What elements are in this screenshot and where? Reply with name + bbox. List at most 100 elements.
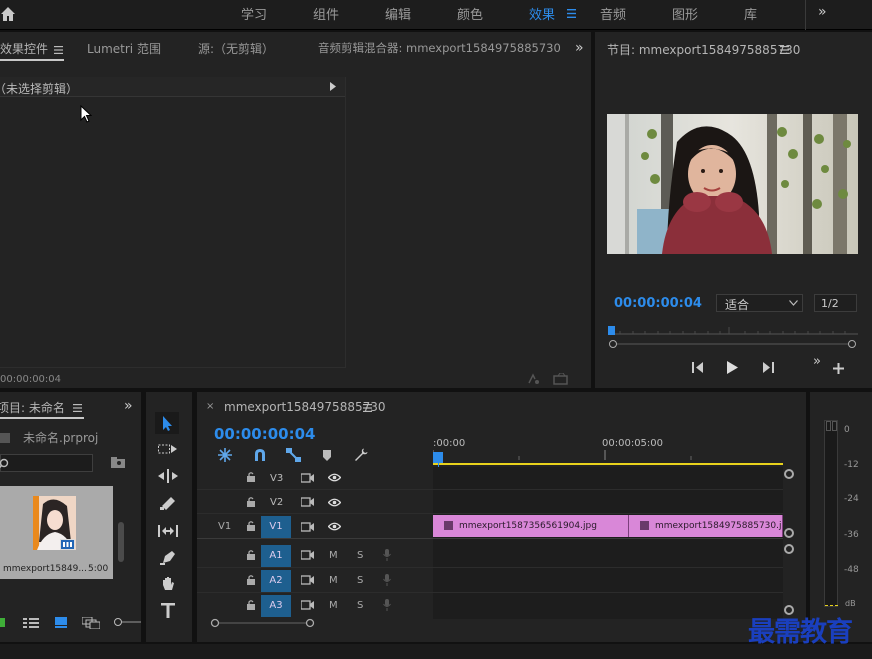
tab-audio-clip-mixer[interactable]: 音频剪辑混合器: mmexport1584975885730 [318, 40, 561, 56]
more-controls-icon[interactable]: » [813, 354, 821, 369]
workspace-menu-icon[interactable] [567, 9, 576, 18]
step-back-icon[interactable] [692, 362, 704, 373]
lock-icon[interactable] [247, 550, 255, 560]
sync-lock-icon[interactable] [301, 473, 314, 483]
sequence-tab[interactable]: mmexport1584975885730 [224, 400, 386, 414]
sync-lock-icon[interactable] [301, 575, 314, 585]
workspace-tab-assembly[interactable]: 组件 [313, 4, 339, 23]
program-timecode[interactable]: 00:00:00:04 [614, 296, 702, 311]
selection-tool-icon[interactable] [155, 412, 179, 434]
sync-lock-icon[interactable] [301, 522, 314, 532]
video-scroll-handle-bottom[interactable] [784, 528, 794, 538]
monitor-playhead[interactable] [608, 326, 615, 335]
effect-timecode[interactable]: 00:00:00:04 [0, 374, 61, 385]
tab-source[interactable]: 源:（无剪辑） [198, 40, 274, 57]
track-label-a3[interactable]: A3 [261, 595, 291, 617]
program-monitor-title[interactable]: 节目: mmexport1584975885730 [607, 41, 800, 58]
eye-icon[interactable] [328, 473, 341, 482]
workspace-tab-learn[interactable]: 学习 [241, 4, 267, 23]
workspace-tab-graphics[interactable]: 图形 [672, 4, 698, 23]
tab-lumetri-scopes[interactable]: Lumetri 范围 [87, 40, 161, 57]
project-item-tile[interactable]: mmexport15849... 5:00 [0, 486, 113, 579]
workspace-tab-editing[interactable]: 编辑 [385, 4, 411, 23]
add-marker-icon[interactable] [323, 450, 331, 461]
home-icon[interactable] [0, 6, 16, 22]
sync-lock-icon[interactable] [301, 600, 314, 610]
timeline-clip[interactable]: mmexport1587356561904.jpg [433, 515, 629, 537]
step-forward-icon[interactable] [762, 362, 774, 373]
export-frame-icon[interactable] [553, 373, 568, 385]
program-video-frame[interactable] [607, 114, 858, 254]
audio-scroll-handle-top[interactable] [784, 544, 794, 554]
project-scrollbar[interactable] [116, 492, 125, 580]
track-label-v2[interactable]: V2 [270, 497, 283, 508]
track-label-a2[interactable]: A2 [261, 570, 291, 592]
razor-tool-icon[interactable] [160, 496, 176, 510]
wrench-settings-icon[interactable] [354, 448, 368, 462]
panel-menu-icon[interactable] [54, 46, 63, 54]
timeline-timecode[interactable]: 00:00:00:04 [214, 425, 316, 443]
tab-effect-controls[interactable]: 效果控件 [0, 40, 48, 57]
track-label-v3[interactable]: V3 [270, 473, 283, 484]
sync-lock-icon[interactable] [301, 550, 314, 560]
pen-tool-icon[interactable] [160, 550, 176, 566]
eye-icon[interactable] [328, 522, 341, 531]
workspace-tab-color[interactable]: 颜色 [457, 4, 483, 23]
timeline-playhead[interactable] [433, 452, 443, 463]
lock-icon[interactable] [247, 575, 255, 585]
nest-toggle-icon[interactable] [218, 448, 232, 462]
close-sequence-icon[interactable]: × [206, 401, 214, 412]
panel-menu-icon[interactable] [73, 404, 82, 412]
workspace-tab-libraries[interactable]: 库 [744, 4, 757, 23]
new-search-bin-icon[interactable] [111, 457, 125, 468]
microphone-icon[interactable] [383, 574, 391, 586]
track-select-tool-icon[interactable] [158, 442, 178, 456]
workspace-tab-effects[interactable]: 效果 [529, 4, 555, 23]
slip-tool-icon[interactable] [158, 524, 178, 538]
more-tabs-icon[interactable]: » [124, 398, 133, 414]
lock-write-icon[interactable] [0, 618, 5, 627]
microphone-icon[interactable] [383, 599, 391, 611]
microphone-icon[interactable] [383, 549, 391, 561]
freeform-view-icon[interactable] [82, 617, 100, 629]
lock-icon[interactable] [247, 472, 255, 482]
solo-button-a2[interactable]: S [357, 575, 363, 586]
icon-view-icon[interactable] [55, 617, 67, 628]
workspace-tab-audio[interactable]: 音频 [600, 4, 626, 23]
button-editor-plus-icon[interactable] [833, 363, 844, 374]
project-search-input[interactable] [0, 454, 93, 472]
project-panel-title[interactable]: 项目: 未命名 [0, 399, 65, 416]
hand-tool-icon[interactable] [160, 576, 176, 592]
solo-button-a3[interactable]: S [357, 600, 363, 611]
solo-button-a1[interactable]: S [357, 550, 363, 561]
mute-button-a3[interactable]: M [329, 600, 338, 611]
eye-icon[interactable] [328, 498, 341, 507]
type-tool-icon[interactable] [161, 603, 175, 618]
lock-icon[interactable] [247, 497, 255, 507]
list-view-icon[interactable] [23, 618, 39, 628]
export-audio-icon[interactable] [527, 373, 541, 385]
time-ruler[interactable] [433, 450, 783, 465]
timeline-clip[interactable]: mmexport1584975885730.jpg [629, 515, 783, 537]
source-patch-v1[interactable]: V1 [218, 521, 231, 532]
track-label-v1[interactable]: V1 [261, 516, 291, 538]
play-only-audio-icon[interactable] [330, 82, 336, 91]
video-scroll-handle-top[interactable] [784, 469, 794, 479]
more-workspaces-icon[interactable]: » [818, 4, 827, 20]
timeline-zoom-scrollbar[interactable] [210, 618, 315, 628]
lock-icon[interactable] [247, 521, 255, 531]
mute-button-a1[interactable]: M [329, 550, 338, 561]
lock-icon[interactable] [247, 600, 255, 610]
monitor-time-ruler[interactable] [608, 327, 858, 335]
more-tabs-icon[interactable]: » [575, 40, 584, 56]
resolution-select[interactable]: 1/2 [814, 294, 857, 312]
linked-selection-icon[interactable] [286, 448, 301, 462]
panel-menu-icon[interactable] [780, 46, 789, 54]
fit-zoom-select[interactable]: 适合 [716, 294, 803, 312]
mute-button-a2[interactable]: M [329, 575, 338, 586]
monitor-zoom-bar[interactable] [609, 340, 856, 348]
snap-magnet-icon[interactable] [253, 448, 267, 462]
track-label-a1[interactable]: A1 [261, 545, 291, 567]
ripple-edit-tool-icon[interactable] [158, 469, 178, 483]
play-icon[interactable] [727, 361, 738, 374]
